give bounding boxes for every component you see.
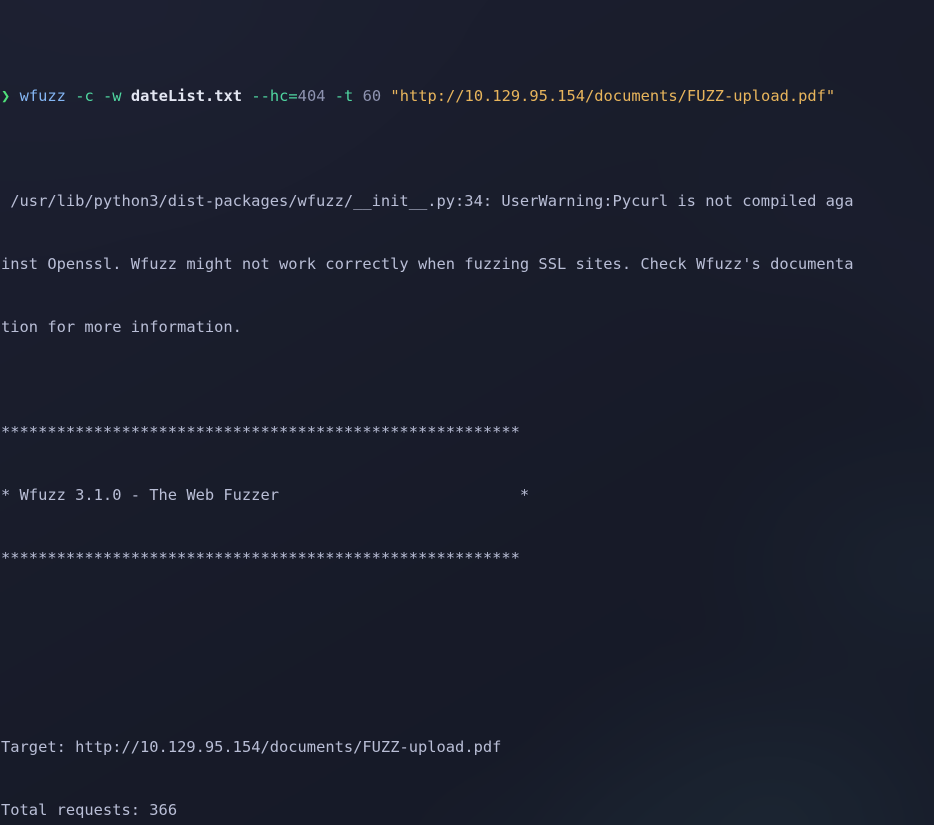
flag-threads: -t bbox=[334, 87, 354, 105]
terminal-screen[interactable]: ❯ wfuzz -c -w dateList.txt --hc=404 -t 6… bbox=[0, 0, 934, 825]
command-program: wfuzz bbox=[19, 87, 66, 105]
total-requests-label: Total requests: bbox=[1, 801, 140, 819]
target-label: Target: bbox=[1, 738, 66, 756]
shell-prompt-icon: ❯ bbox=[1, 87, 11, 105]
flag-wordlist: -w bbox=[103, 87, 122, 105]
banner-rule-top: ****************************************… bbox=[1, 423, 520, 441]
warning-line-1: /usr/lib/python3/dist-packages/wfuzz/__i… bbox=[1, 192, 854, 210]
flag-color: -c bbox=[75, 87, 94, 105]
target-value: http://10.129.95.154/documents/FUZZ-uplo… bbox=[75, 738, 502, 756]
command-line: ❯ wfuzz -c -w dateList.txt --hc=404 -t 6… bbox=[0, 86, 934, 107]
warning-line-2: inst Openssl. Wfuzz might not work corre… bbox=[1, 255, 854, 273]
total-requests-value: 366 bbox=[149, 801, 178, 819]
threads-value: 60 bbox=[362, 87, 382, 105]
warning-line-3: tion for more information. bbox=[1, 318, 242, 336]
banner-title: * Wfuzz 3.1.0 - The Web Fuzzer * bbox=[1, 486, 530, 504]
hide-code-value: 404 bbox=[297, 87, 326, 105]
terminal-window[interactable]: ❯ wfuzz -c -w dateList.txt --hc=404 -t 6… bbox=[0, 0, 934, 825]
target-url-argument: "http://10.129.95.154/documents/FUZZ-upl… bbox=[390, 87, 836, 105]
total-requests-line: Total requests: 366 bbox=[0, 800, 934, 821]
target-summary-line: Target: http://10.129.95.154/documents/F… bbox=[0, 737, 934, 758]
wordlist-filename: dateList.txt bbox=[130, 87, 243, 105]
banner-rule-bottom: ****************************************… bbox=[1, 549, 520, 567]
flag-hide-code: --hc= bbox=[251, 87, 298, 105]
